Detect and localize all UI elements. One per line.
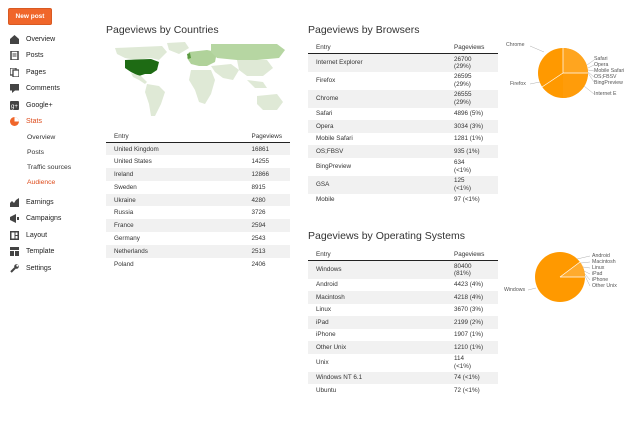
overview-icon bbox=[10, 34, 19, 44]
table-row: France 2594 bbox=[106, 219, 290, 233]
layout-icon bbox=[10, 230, 19, 240]
new-post-button[interactable]: New post bbox=[8, 8, 52, 25]
earnings-icon bbox=[10, 197, 19, 207]
pie-label: Other Unix bbox=[592, 283, 617, 289]
os-table: Entry Pageviews Windows 80400 (81%) Androi… bbox=[308, 249, 498, 397]
sidebar-item-google-plus[interactable]: g+ Google+ bbox=[10, 97, 95, 114]
sidebar-sub-overview[interactable]: Overview bbox=[10, 130, 95, 145]
table-row: Poland 2406 bbox=[114, 260, 266, 268]
table-row: Russia 3726 bbox=[114, 209, 266, 217]
table-row: United States 14255 bbox=[114, 158, 270, 166]
table-row: Other Unix 1210 (1%) bbox=[308, 341, 498, 354]
os-pie-chart: Android Macintosh Linux iPad iPhone Othe… bbox=[504, 250, 634, 310]
sidebar-item-layout[interactable]: Layout bbox=[10, 227, 95, 244]
world-map bbox=[107, 40, 290, 124]
table-row: United Kingdom 16861 bbox=[106, 142, 290, 156]
col-pageviews: Pageviews bbox=[446, 42, 498, 54]
table-row: Android 4423 (4%) bbox=[316, 281, 484, 289]
table-row: BingPreview 634 (<1%) bbox=[316, 159, 471, 174]
sidebar-item-settings[interactable]: Settings bbox=[10, 260, 95, 277]
sidebar-item-label: Settings bbox=[26, 264, 52, 272]
table-row: Ukraine 4280 bbox=[106, 193, 290, 207]
wrench-icon bbox=[10, 263, 19, 273]
campaigns-icon bbox=[10, 214, 19, 224]
table-row: Sweden 8915 bbox=[114, 183, 266, 191]
table-row: Ireland 12866 bbox=[106, 168, 290, 181]
pie-label: Firefox bbox=[510, 81, 526, 87]
pie-label: Windows bbox=[504, 287, 526, 293]
col-entry: Entry bbox=[308, 42, 446, 54]
table-row: Netherlands 2513 bbox=[106, 244, 290, 258]
sidebar-item-label: Earnings bbox=[26, 198, 54, 206]
browsers-pie-chart: Chrome Safari Opera Mobile Safari OS;FBS… bbox=[504, 40, 634, 105]
table-row: iPhone 1907 (1%) bbox=[316, 331, 484, 339]
sidebar-sub-posts[interactable]: Posts bbox=[10, 145, 95, 160]
col-entry: Entry bbox=[106, 131, 244, 143]
table-row: iPad 2199 (2%) bbox=[308, 316, 498, 329]
table-row: Mobile Safari 1281 (1%) bbox=[316, 135, 484, 143]
browsers-table: Entry Pageviews Internet Explorer 26700 (2… bbox=[308, 42, 498, 206]
sidebar-item-campaigns[interactable]: Campaigns bbox=[10, 211, 95, 228]
sidebar-item-posts[interactable]: Posts bbox=[10, 48, 95, 65]
pie-label: Internet E bbox=[594, 91, 617, 97]
table-row: Linux 3670 (3%) bbox=[316, 306, 484, 314]
stats-icon bbox=[10, 117, 19, 127]
col-pageviews: Pageviews bbox=[243, 131, 290, 143]
sidebar-item-overview[interactable]: Overview bbox=[10, 31, 95, 48]
pages-icon bbox=[9, 67, 20, 78]
sidebar-item-label: Template bbox=[26, 248, 55, 256]
table-row: Macintosh 4218 (4%) bbox=[308, 291, 498, 304]
sidebar-sub-audience[interactable]: Audience bbox=[10, 175, 95, 190]
table-row: Mobile 97 (<1%) bbox=[316, 196, 480, 204]
sidebar-item-template[interactable]: Template bbox=[10, 244, 95, 261]
sidebar-item-label: Comments bbox=[26, 85, 60, 93]
col-entry: Entry bbox=[308, 249, 446, 261]
col-pageviews: Pageviews bbox=[446, 249, 498, 261]
comments-icon bbox=[10, 84, 19, 94]
pie-label: BingPreview bbox=[594, 80, 623, 86]
sidebar-item-label: Posts bbox=[26, 52, 44, 60]
sidebar-item-comments[interactable]: Comments bbox=[10, 81, 95, 98]
table-row: Firefox 26595 (29%) bbox=[316, 73, 472, 88]
table-row: OS;FBSV 935 (1%) bbox=[308, 145, 498, 158]
sidebar-item-label: Layout bbox=[26, 231, 48, 239]
table-row: Internet Explorer 26700 (29%) bbox=[308, 53, 498, 72]
table-row: Germany 2543 bbox=[114, 234, 266, 242]
table-row: Windows 80400 (81%) bbox=[308, 260, 498, 279]
countries-heading: Pageviews by Countries bbox=[106, 24, 219, 36]
google-plus-icon: g+ bbox=[10, 100, 19, 110]
sidebar-sub-traffic-sources[interactable]: Traffic sources bbox=[10, 160, 95, 175]
sidebar-item-earnings[interactable]: Earnings bbox=[10, 194, 95, 211]
template-icon bbox=[10, 247, 19, 257]
sidebar-nav: Overview Posts Pages Comments g+ Google+… bbox=[9, 31, 95, 277]
sidebar-item-stats[interactable]: Stats bbox=[10, 114, 95, 131]
browsers-heading: Pageviews by Browsers bbox=[308, 24, 420, 36]
svg-text:g+: g+ bbox=[11, 104, 18, 110]
sidebar-item-label: Pages bbox=[26, 68, 46, 76]
table-row: Unix 114 (<1%) bbox=[316, 355, 471, 370]
countries-table: Entry Pageviews United Kingdom 16861 Unit… bbox=[106, 131, 290, 270]
table-row: Windows NT 6.1 74 (<1%) bbox=[308, 371, 498, 384]
table-row: Opera 3034 (3%) bbox=[308, 120, 498, 133]
posts-icon bbox=[10, 50, 19, 61]
table-row: Chrome 26555 (29%) bbox=[308, 89, 498, 108]
sidebar-item-pages[interactable]: Pages bbox=[9, 64, 95, 81]
table-row: Safari 4896 (5%) bbox=[316, 110, 484, 118]
os-heading: Pageviews by Operating Systems bbox=[308, 230, 465, 242]
sidebar-item-label: Google+ bbox=[26, 101, 53, 109]
table-row: Ubuntu 72 (<1%) bbox=[316, 386, 480, 394]
sidebar-item-label: Stats bbox=[26, 118, 42, 126]
sidebar-item-label: Overview bbox=[26, 35, 56, 43]
table-row: GSA 125 (<1%) bbox=[308, 175, 498, 194]
sidebar-item-label: Campaigns bbox=[26, 215, 62, 223]
pie-label: Chrome bbox=[506, 42, 525, 48]
